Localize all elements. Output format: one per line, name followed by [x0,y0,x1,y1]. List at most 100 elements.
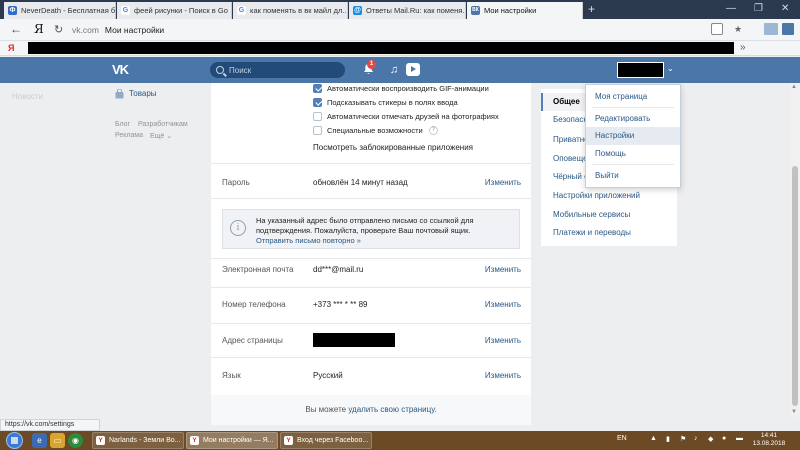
dropdown-help[interactable]: Помощь [586,145,680,163]
scrollbar-thumb[interactable] [792,166,798,406]
yandex-browser-icon: Y [284,436,293,445]
change-address-button[interactable]: Изменить [485,336,521,345]
new-tab-button[interactable]: + [588,2,595,16]
search-input[interactable]: Поиск [210,62,345,78]
vk-logo-icon[interactable]: VK [112,62,136,78]
language-indicator[interactable]: EN [617,435,627,442]
reader-mode-icon[interactable] [711,23,723,35]
checkbox-accessibility[interactable]: Специальные возможности ? [313,124,438,136]
checkbox-checked-icon[interactable] [313,97,322,107]
checkbox-tag-friends[interactable]: Автоматически отмечать друзей на фотогра… [313,110,499,122]
extension-icon[interactable] [764,23,778,35]
menu-item-app-settings[interactable]: Настройки приложений [541,187,677,205]
more-bookmarks-icon[interactable]: » [740,42,746,53]
profile-dropdown: Моя страница Редактировать Настройки Пом… [585,84,681,188]
taskbar-window-label: Вход через Faceboo... [297,437,369,444]
browser-tab-1[interactable]: Ф NeverDeath - Бесплатная б... [4,2,116,19]
browser-tab-4[interactable]: @ Ответы Mail.Ru: как поменя... [349,2,466,19]
tab-label: NeverDeath - Бесплатная б... [21,6,116,15]
download-icon[interactable] [782,23,794,35]
menu-item-mobile-services[interactable]: Мобильные сервисы [541,206,677,224]
taskbar-window-facebook[interactable]: Y Вход через Faceboo... [280,432,372,449]
notice-text-block: На указанный адрес было отправлено письм… [256,216,511,246]
star-bookmark-icon[interactable]: ★ [732,23,744,35]
tray-app-icon[interactable]: ● [722,435,726,442]
music-icon[interactable]: ♫ [387,63,401,77]
scroll-down-icon[interactable]: ▼ [791,409,797,415]
yandex-bookmark-icon[interactable]: Я [8,43,14,53]
change-language-button[interactable]: Изменить [485,371,521,380]
taskbar-window-label: Narlands - Земли Во... [109,437,181,444]
help-icon[interactable]: ? [428,125,438,135]
redacted-bookmarks [28,42,734,54]
change-password-button[interactable]: Изменить [485,178,521,187]
dropdown-separator [592,107,674,108]
battery-icon[interactable]: ▬ [736,435,743,442]
footer-link-developers[interactable]: Разработчикам [138,121,188,128]
change-phone-button[interactable]: Изменить [485,300,521,309]
refresh-icon[interactable]: ↻ [54,23,63,36]
info-icon: i [230,220,246,236]
footer-link-blog[interactable]: Блог [115,121,130,128]
notice-message: На указанный адрес было отправлено письм… [256,216,474,235]
url-field[interactable]: vk.com Мои настройки [72,22,700,38]
video-icon[interactable] [406,63,420,76]
scroll-up-icon[interactable]: ▲ [791,84,797,90]
sidebar-item-news[interactable]: Новости [12,92,43,101]
checkbox-gif-autoplay[interactable]: Автоматически воспроизводить GIF-анимаци… [313,82,489,94]
tray-chevron-icon[interactable]: ▲ [650,435,657,442]
dropdown-my-page[interactable]: Моя страница [586,88,680,106]
system-clock[interactable]: 14:41 13.08.2018 [752,432,786,448]
dropdown-settings[interactable]: Настройки [586,127,680,145]
close-window-icon[interactable]: ✕ [781,2,789,16]
resend-email-link[interactable]: Отправить письмо повторно » [256,236,361,245]
footer-link-ads[interactable]: Реклама [115,132,143,139]
checkbox-sticker-hints[interactable]: Подсказывать стикеры в полях ввода [313,96,458,108]
clock-time: 14:41 [760,432,778,439]
chevron-down-icon[interactable]: ⌄ [667,64,674,73]
browser-tab-2[interactable]: G феей рисунки - Поиск в Go [117,2,232,19]
menu-item-payments[interactable]: Платежи и переводы [541,224,677,242]
user-name-redacted[interactable] [617,62,664,78]
taskbar-window-narlands[interactable]: Y Narlands - Земли Во... [92,432,184,449]
checkbox-unchecked-icon[interactable] [313,125,322,135]
dropdown-edit[interactable]: Редактировать [586,110,680,128]
phone-value: +373 *** * ** 89 [313,300,368,309]
chrome-icon[interactable]: ◉ [68,433,83,448]
checkbox-checked-icon[interactable] [313,83,322,93]
tab-label: Мои настройки [484,6,537,15]
back-arrow-icon[interactable]: ← [10,22,22,36]
ie-icon[interactable]: e [32,433,47,448]
yandex-logo-icon[interactable]: Я [34,22,44,36]
change-email-button[interactable]: Изменить [485,265,521,274]
flag-icon[interactable]: ⚑ [680,435,686,443]
minimize-icon[interactable]: — [726,2,736,16]
sidebar-item-products[interactable]: Товары [129,89,157,98]
divider [211,198,531,199]
folder-icon[interactable]: ▭ [50,433,65,448]
checkbox-unchecked-icon[interactable] [313,111,322,121]
browser-tab-3[interactable]: G как поменять в вк майл дл... [233,2,348,19]
status-url: https://vk.com/settings [0,419,100,431]
divider [211,323,531,324]
email-value: dd***@mail.ru [313,265,364,274]
clock-date: 13.08.2018 [752,440,786,447]
blocked-apps-link[interactable]: Посмотреть заблокированные приложения [313,143,473,152]
password-value: обновлён 14 минут назад [313,178,408,187]
vk-header: VK Поиск 1 ♫ ⌄ [0,57,800,83]
dropdown-logout[interactable]: Выйти [586,167,680,185]
start-button-icon[interactable] [6,432,23,449]
tray-app-icon[interactable]: ◆ [708,435,713,443]
volume-icon[interactable]: ♪ [694,435,698,442]
browser-tab-active[interactable]: ВК Мои настройки [467,2,583,19]
bookmarks-bar: Я » [0,41,800,56]
delete-page-link[interactable]: удалить свою страницу. [348,405,436,414]
maximize-icon[interactable]: ❐ [754,2,763,16]
network-icon[interactable]: ▮ [666,435,670,443]
footer-link-more[interactable]: Ещё ⌄ [150,132,172,140]
divider [211,357,531,358]
notification-badge: 1 [367,60,376,69]
url-page-title: Мои настройки [104,25,165,35]
taskbar-window-settings[interactable]: Y Мои настройки — Я... [186,432,278,449]
divider [211,258,531,259]
